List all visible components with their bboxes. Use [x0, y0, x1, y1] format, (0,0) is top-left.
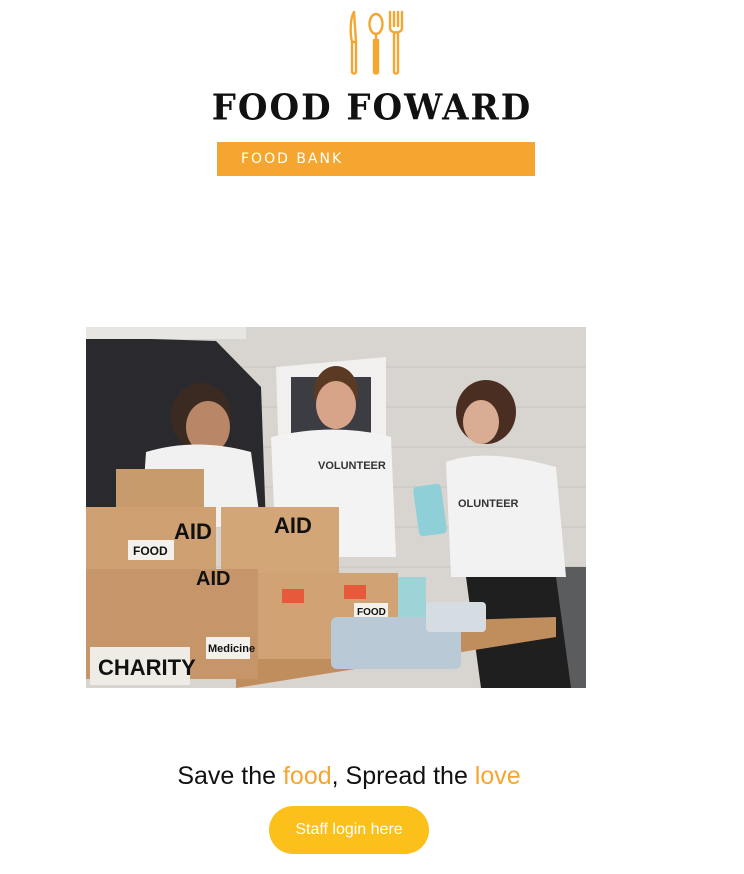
svg-text:AID: AID: [174, 519, 212, 544]
hero-photo: VOLUNTEER OLUNTEER AID FOOD AID AID CHAR…: [86, 327, 586, 688]
knife-spoon-fork-icon: [349, 10, 404, 75]
tagline-part1: Save the: [177, 762, 283, 790]
brand-title: FOOD FOWARD: [211, 87, 533, 129]
tagline: Save the food, Spread the love: [0, 762, 698, 791]
svg-text:VOLUNTEER: VOLUNTEER: [318, 460, 386, 472]
svg-text:AID: AID: [196, 568, 230, 590]
brand-subtitle-banner: FOOD BANK: [217, 142, 535, 176]
svg-text:AID: AID: [274, 513, 312, 538]
staff-login-button[interactable]: Staff login here: [269, 806, 429, 854]
tagline-part2: , Spread the: [331, 762, 475, 790]
svg-text:OLUNTEER: OLUNTEER: [458, 498, 519, 510]
svg-text:FOOD: FOOD: [357, 607, 386, 618]
tagline-food-word: food: [282, 762, 332, 790]
svg-text:CHARITY: CHARITY: [98, 655, 196, 680]
svg-text:FOOD: FOOD: [133, 544, 168, 558]
brand-subtitle: FOOD BANK: [241, 151, 344, 167]
volunteers-photo: VOLUNTEER OLUNTEER AID FOOD AID AID CHAR…: [86, 327, 586, 688]
svg-text:Medicine: Medicine: [208, 643, 255, 655]
tagline-love-word: love: [474, 762, 521, 790]
